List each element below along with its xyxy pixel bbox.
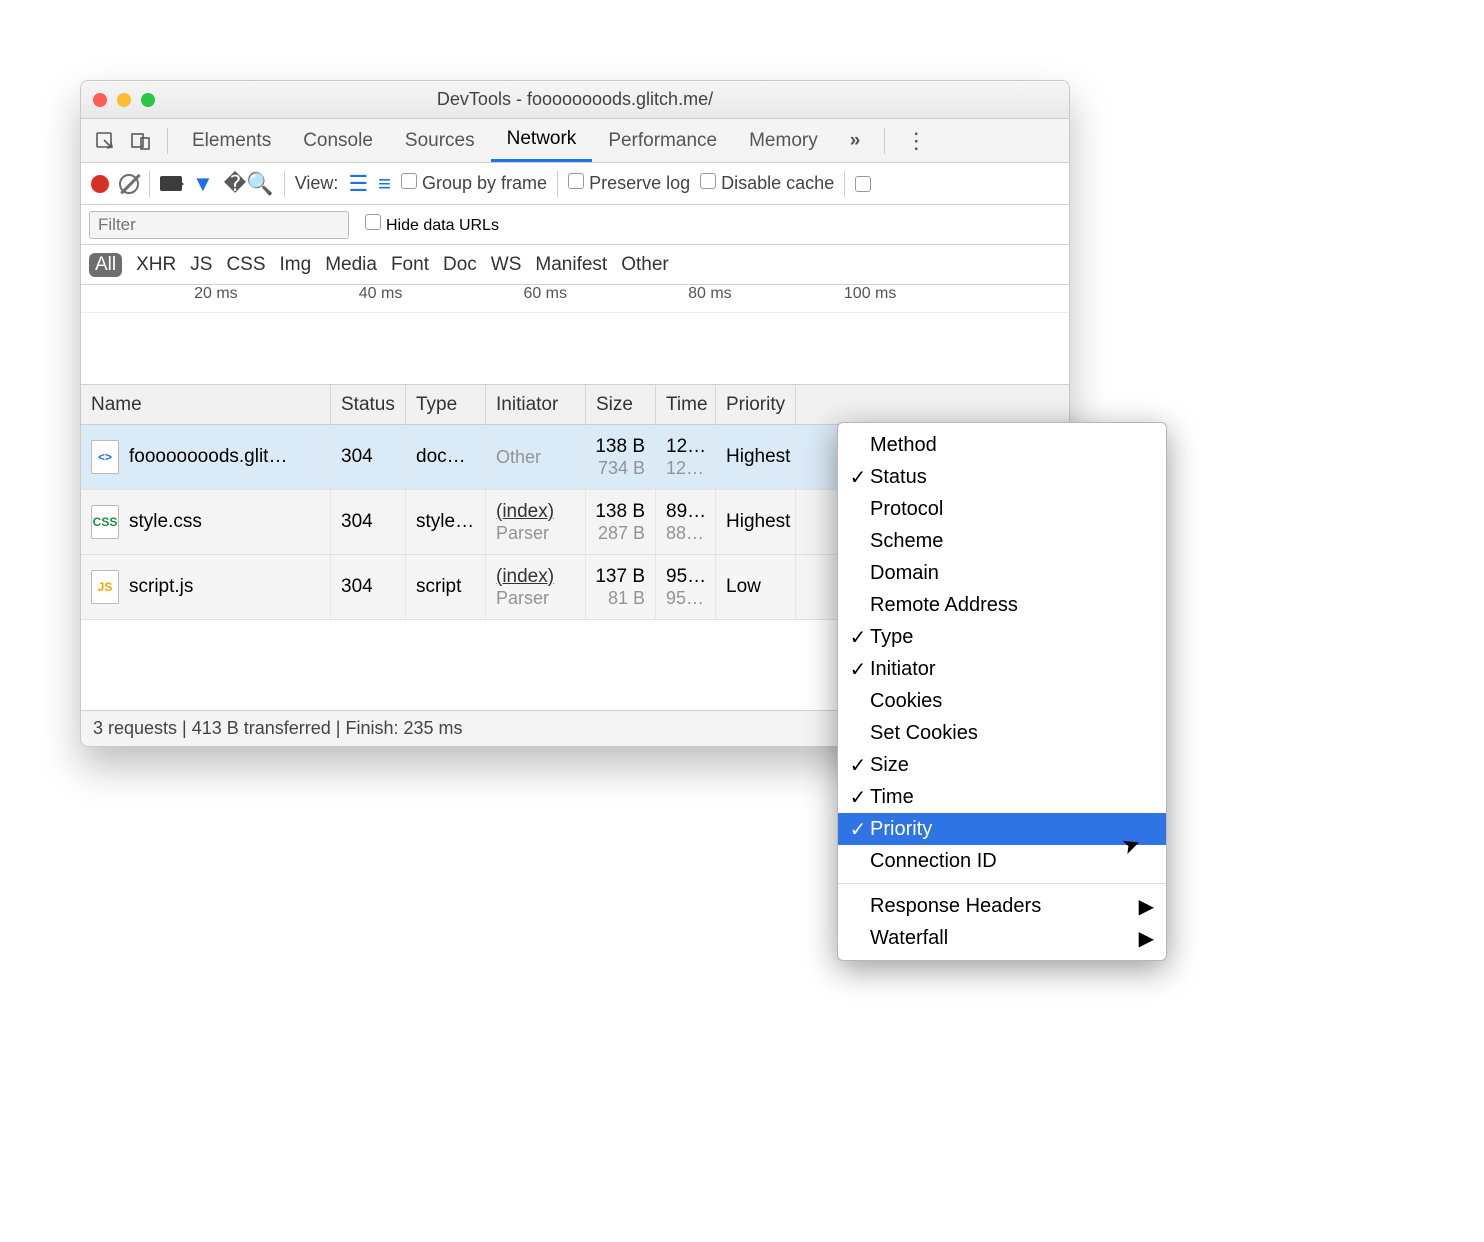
menu-item-cookies[interactable]: Cookies — [838, 685, 1166, 717]
table-header[interactable]: NameStatusTypeInitiatorSizeTimePriority — [81, 385, 1069, 425]
request-name: foooooooods.glit… — [129, 446, 287, 468]
tab-performance[interactable]: Performance — [592, 119, 733, 162]
file-icon: JS — [91, 570, 119, 604]
menu-item-protocol[interactable]: Protocol — [838, 493, 1166, 525]
tab-elements[interactable]: Elements — [176, 119, 287, 162]
menu-item-set-cookies[interactable]: Set Cookies — [838, 717, 1166, 749]
menu-item-priority[interactable]: ✓Priority — [838, 813, 1166, 845]
filter-cat-manifest[interactable]: Manifest — [535, 254, 607, 276]
screenshot-icon[interactable] — [160, 176, 182, 191]
filter-cats: All XHR JS CSS Img Media Font Doc WS Manifest Othe… — [81, 245, 1069, 285]
filter-icon[interactable]: ▼ — [192, 171, 214, 197]
filter-cat-doc[interactable]: Doc — [443, 254, 477, 276]
separator — [884, 128, 885, 154]
menu-item-type[interactable]: ✓Type — [838, 621, 1166, 653]
menu-item-waterfall[interactable]: Waterfall▶ — [838, 922, 1166, 954]
col-type[interactable]: Type — [406, 385, 486, 424]
request-name: style.css — [129, 511, 202, 533]
tabs-overflow[interactable]: » — [834, 119, 877, 162]
filter-input[interactable] — [89, 211, 349, 239]
tab-console[interactable]: Console — [287, 119, 389, 162]
filter-bar: Hide data URLs — [81, 205, 1069, 245]
record-button[interactable] — [91, 175, 109, 193]
timeline-overview[interactable]: 20 ms40 ms60 ms80 ms100 ms — [81, 285, 1069, 385]
filter-cat-all[interactable]: All — [89, 253, 122, 277]
menu-item-status[interactable]: ✓Status — [838, 461, 1166, 493]
network-toolbar: ▼ �🔍 View: ☰ ≡ Group by frame Preserve l… — [81, 163, 1069, 205]
panel-tabs: ElementsConsoleSourcesNetworkPerformance… — [81, 119, 1069, 163]
menu-item-time[interactable]: ✓Time — [838, 781, 1166, 813]
col-initiator[interactable]: Initiator — [486, 385, 586, 424]
tab-sources[interactable]: Sources — [389, 119, 491, 162]
col-priority[interactable]: Priority — [716, 385, 796, 424]
column-context-menu: Method✓StatusProtocolSchemeDomainRemote … — [837, 422, 1167, 961]
menu-item-connection-id[interactable]: Connection ID — [838, 845, 1166, 877]
col-name[interactable]: Name — [81, 385, 331, 424]
offline-checkbox[interactable] — [855, 176, 871, 192]
menu-item-size[interactable]: ✓Size — [838, 749, 1166, 781]
titlebar: DevTools - foooooooods.glitch.me/ — [81, 81, 1069, 119]
filter-cat-ws[interactable]: WS — [491, 254, 522, 276]
filter-cat-js[interactable]: JS — [190, 254, 212, 276]
view-label: View: — [295, 173, 339, 194]
file-icon: CSS — [91, 505, 119, 539]
menu-item-method[interactable]: Method — [838, 429, 1166, 461]
file-icon: <> — [91, 440, 119, 474]
tab-memory[interactable]: Memory — [733, 119, 834, 162]
menu-item-scheme[interactable]: Scheme — [838, 525, 1166, 557]
col-status[interactable]: Status — [331, 385, 406, 424]
separator — [167, 128, 168, 154]
inspect-icon[interactable] — [91, 127, 119, 155]
clear-icon[interactable] — [119, 174, 139, 194]
filter-cat-font[interactable]: Font — [391, 254, 429, 276]
groupbyframe-checkbox[interactable]: Group by frame — [401, 173, 547, 194]
filter-cat-img[interactable]: Img — [280, 254, 312, 276]
preservelog-checkbox[interactable]: Preserve log — [568, 173, 690, 194]
filter-cat-xhr[interactable]: XHR — [136, 254, 176, 276]
more-menu-icon[interactable]: ⋮ — [893, 128, 939, 154]
tab-network[interactable]: Network — [491, 119, 593, 162]
menu-item-response-headers[interactable]: Response Headers▶ — [838, 890, 1166, 922]
large-rows-icon[interactable]: ☰ — [348, 171, 368, 197]
request-name: script.js — [129, 576, 193, 598]
col-time[interactable]: Time — [656, 385, 716, 424]
overview-icon[interactable]: ≡ — [378, 171, 391, 197]
filter-cat-media[interactable]: Media — [325, 254, 377, 276]
search-icon[interactable]: �🔍 — [224, 171, 274, 197]
device-icon[interactable] — [127, 127, 155, 155]
disablecache-checkbox[interactable]: Disable cache — [700, 173, 834, 194]
hidedata-checkbox[interactable]: Hide data URLs — [365, 214, 499, 235]
window-title: DevTools - foooooooods.glitch.me/ — [81, 89, 1069, 110]
filter-cat-other[interactable]: Other — [621, 254, 669, 276]
col-size[interactable]: Size — [586, 385, 656, 424]
menu-item-domain[interactable]: Domain — [838, 557, 1166, 589]
menu-item-remote-address[interactable]: Remote Address — [838, 589, 1166, 621]
menu-item-initiator[interactable]: ✓Initiator — [838, 653, 1166, 685]
filter-cat-css[interactable]: CSS — [226, 254, 265, 276]
